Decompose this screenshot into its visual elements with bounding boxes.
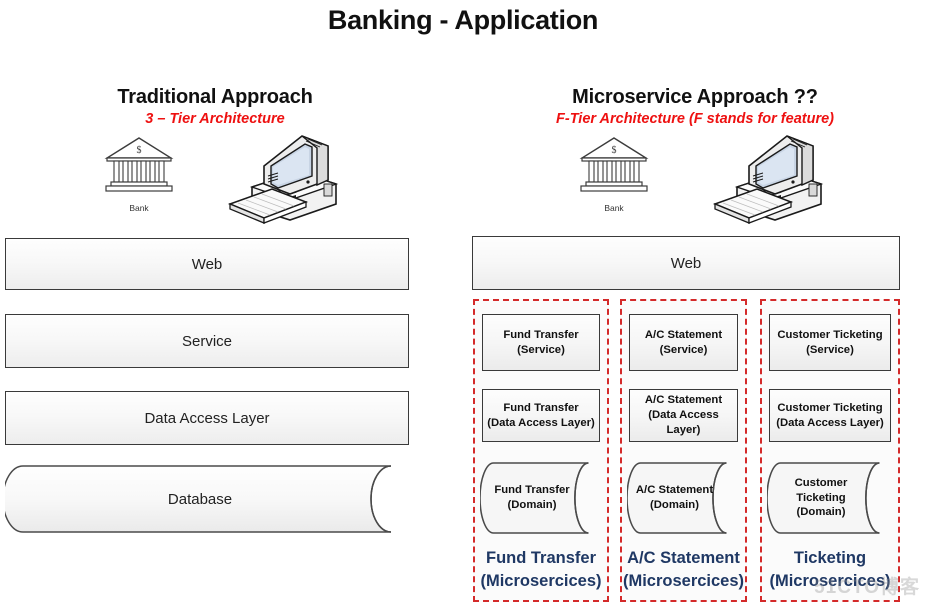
ms-domain-text: Customer Ticketing (Domain) [767, 461, 875, 535]
microservice-title-line1: A/C Statement [627, 549, 740, 567]
ms-box-service[interactable]: Customer Ticketing (Service) [769, 314, 891, 371]
ms-box-dal-line1: Customer Ticketing [777, 401, 883, 414]
ms-box-service-line1: Customer Ticketing [777, 328, 883, 341]
ms-box-service[interactable]: Fund Transfer (Service) [482, 314, 600, 371]
traditional-approach-subtitle: 3 – Tier Architecture [145, 111, 285, 127]
ms-box-domain-line1: Customer [794, 476, 848, 489]
ms-box-dal-line2: (Data Access Layer) [776, 416, 884, 429]
microservice-title-line1: Ticketing [793, 549, 867, 567]
bank-icon-label: Bank [604, 203, 624, 213]
bank-building-icon: $ [579, 137, 649, 192]
microservice-approach-heading: Microservice Approach ?? F-Tier Architec… [470, 86, 920, 127]
ms-box-dal-line2: (Data Access Layer) [487, 416, 595, 429]
microservice-title-line2: (Microsercices) [769, 571, 891, 590]
microservice-title: Fund Transfer (Microsercices) [475, 547, 607, 593]
bank-icon: $ Bank [578, 134, 650, 213]
microservice-column-ac-statement[interactable]: A/C Statement (Service) A/C Statement (D… [620, 299, 747, 602]
microservice-icon-row: $ Bank [470, 132, 910, 224]
bank-icon: $ Bank [103, 134, 175, 213]
microservice-title-line2: (Microsercices) [480, 571, 602, 590]
svg-text:$: $ [137, 145, 142, 156]
ms-box-service-line1: Fund Transfer [503, 328, 579, 341]
ms-box-data-access-layer[interactable]: Fund Transfer (Data Access Layer) [482, 389, 600, 442]
ms-box-domain[interactable]: Fund Transfer (Domain) [480, 461, 602, 535]
desktop-computer-icon [220, 132, 342, 229]
ms-box-dal-line1: Fund Transfer [503, 401, 579, 414]
ms-box-domain[interactable]: A/C Statement (Domain) [627, 461, 740, 535]
traditional-approach-heading: Traditional Approach 3 – Tier Architectu… [5, 86, 425, 127]
tier-box-database[interactable]: Database [5, 464, 409, 534]
microservice-column-ticketing[interactable]: Customer Ticketing (Service) Customer Ti… [760, 299, 900, 602]
microservice-title: Ticketing (Microsercices) [762, 547, 898, 593]
ms-domain-text: Fund Transfer (Domain) [480, 461, 584, 535]
microservice-title-line2: (Microsercices) [622, 571, 745, 590]
ms-box-domain-line2: (Domain) [507, 499, 557, 511]
traditional-approach-title: Traditional Approach [117, 86, 313, 108]
tier-box-web-microservice[interactable]: Web [472, 236, 900, 290]
ms-box-domain[interactable]: Customer Ticketing (Domain) [767, 461, 893, 535]
ms-box-service-line2: (Service) [806, 343, 854, 356]
ms-domain-text: A/C Statement (Domain) [627, 461, 722, 535]
database-label: Database [167, 490, 233, 508]
microservice-title-line1: Fund Transfer [485, 549, 596, 567]
ms-box-service[interactable]: A/C Statement (Service) [629, 314, 738, 371]
microservice-column-fund-transfer[interactable]: Fund Transfer (Service) Fund Transfer (D… [473, 299, 609, 602]
microservice-approach-title: Microservice Approach ?? [572, 86, 818, 108]
ms-box-domain-line2: Ticketing [796, 491, 846, 504]
desktop-computer-icon [705, 132, 827, 229]
ms-box-service-line2: (Service) [517, 343, 565, 356]
ms-box-domain-line1: A/C Statement [635, 484, 714, 497]
svg-text:$: $ [612, 145, 617, 156]
ms-box-service-line1: A/C Statement [644, 328, 723, 341]
tier-box-data-access-layer[interactable]: Data Access Layer [5, 391, 409, 445]
bank-building-icon: $ [104, 137, 174, 192]
ms-box-domain-line3: (Domain) [796, 506, 846, 519]
bank-icon-label: Bank [129, 203, 149, 213]
ms-box-domain-line2: (Domain) [650, 499, 699, 511]
ms-box-data-access-layer[interactable]: A/C Statement (Data Access Layer) [629, 389, 738, 442]
ms-box-data-access-layer[interactable]: Customer Ticketing (Data Access Layer) [769, 389, 891, 442]
ms-box-domain-line1: Fund Transfer [494, 484, 570, 497]
tier-box-web[interactable]: Web [5, 238, 409, 290]
microservice-approach-subtitle: F-Tier Architecture (F stands for featur… [556, 111, 834, 127]
ms-box-dal-line2: (Data Access Layer) [648, 409, 719, 436]
ms-box-service-line2: (Service) [659, 343, 708, 356]
microservice-title: A/C Statement (Microsercices) [622, 547, 745, 593]
ms-box-dal-line1: A/C Statement [644, 394, 723, 407]
traditional-icon-row: $ Bank [5, 132, 425, 224]
page-title: Banking - Application [327, 5, 599, 35]
tier-box-service[interactable]: Service [5, 314, 409, 368]
